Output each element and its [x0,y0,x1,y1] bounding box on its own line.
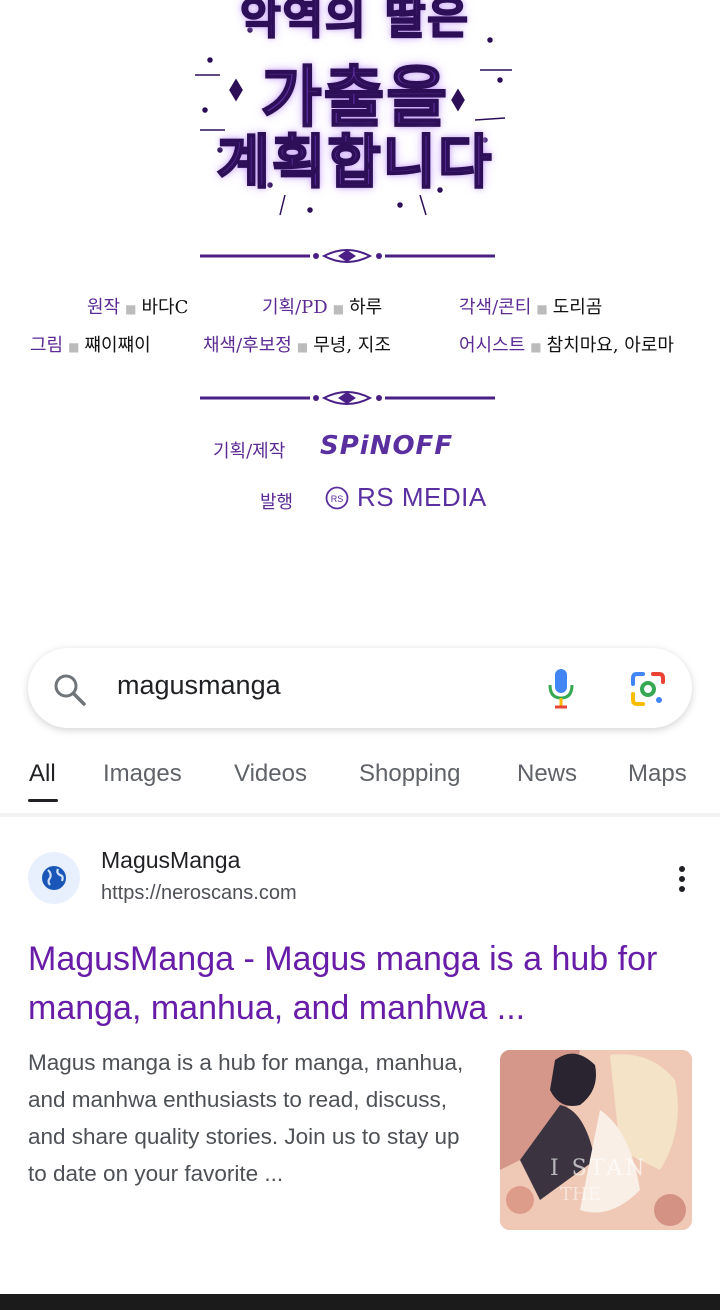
credit-role: 원작 [87,297,121,318]
comic-title-line-3: 계획합니다 [216,127,494,197]
production-label: 기획/제작 [213,441,286,462]
credit-name: 무녕, 지조 [313,335,391,356]
credit-role: 어시스트 [459,335,526,356]
publisher-label: 발행 [260,492,294,513]
ornament-divider [200,391,495,405]
comic-title-line-1: 악역의 딸은 [239,0,470,45]
tab-videos[interactable]: Videos [234,760,307,788]
credit-planning: 기획/PD ■ 하루 [262,297,383,318]
credit-coloring: 채색/후보정 ■ 무녕, 지조 [203,335,391,356]
tab-images[interactable]: Images [103,760,182,788]
credit-role: 기획/PD [262,297,328,318]
comic-credits-panel: 악역의 딸은 가출을 계획합니다 원작 ■ 바다C 기획/PD ■ 하루 각색/콘티 ■ 도… [0,0,720,630]
svg-text:RS: RS [331,494,344,504]
lens-icon[interactable] [629,670,667,708]
credit-adaptation: 각색/콘티 ■ 도리곰 [459,297,603,318]
result-snippet: Magus manga is a hub for manga, manhua, … [28,1050,464,1186]
result-url[interactable]: https://neroscans.com [101,882,297,905]
credit-art: 그림 ■ 쨰이쨰이 [30,335,151,356]
ornament-divider [200,249,495,263]
tab-shopping[interactable]: Shopping [359,760,460,788]
tab-news[interactable]: News [517,760,577,788]
result-site-name[interactable]: MagusManga [101,847,240,874]
svg-text:THE: THE [560,1184,601,1205]
mic-icon[interactable] [545,667,577,709]
globe-icon [42,866,66,890]
credit-name: 쨰이쨰이 [84,335,151,356]
active-tab-indicator [28,799,58,802]
tab-all[interactable]: All [29,760,56,788]
credit-role: 각색/콘티 [459,297,532,318]
credit-role: 채색/후보정 [203,335,292,356]
svg-text:I STAN: I STAN [550,1156,647,1181]
production-brand: SPiNOFF [320,431,454,461]
publisher-brand: RS MEDIA [357,482,487,512]
search-tabs: All Images Videos Shopping News Maps [0,755,720,805]
tab-maps[interactable]: Maps [628,760,687,788]
comic-title-logo: 악역의 딸은 가출을 계획합니다 [190,0,520,225]
more-vert-icon[interactable] [668,864,696,894]
site-favicon[interactable] [28,852,80,904]
search-input[interactable]: magusmanga [117,670,281,701]
result-title-link[interactable]: MagusManga - Magus manga is a hub for ma… [28,935,678,1033]
tabs-divider [0,813,720,817]
credit-name: 하루 [349,297,383,318]
result-thumbnail[interactable]: I STAN THE [500,1050,692,1230]
rs-logo-icon: RS [325,486,349,510]
thumbnail-artwork: I STAN THE [500,1050,692,1230]
credit-assist: 어시스트 ■ 참치마요, 아로마 [459,335,674,356]
credit-role: 그림 [30,335,64,356]
credit-name: 도리곰 [552,297,603,318]
bottom-bar [0,1294,720,1310]
search-icon[interactable] [52,672,88,708]
credit-name: 바다C [141,297,189,318]
credit-name: 참치마요, 아로마 [546,335,674,356]
credit-original: 원작 ■ 바다C [87,297,189,318]
